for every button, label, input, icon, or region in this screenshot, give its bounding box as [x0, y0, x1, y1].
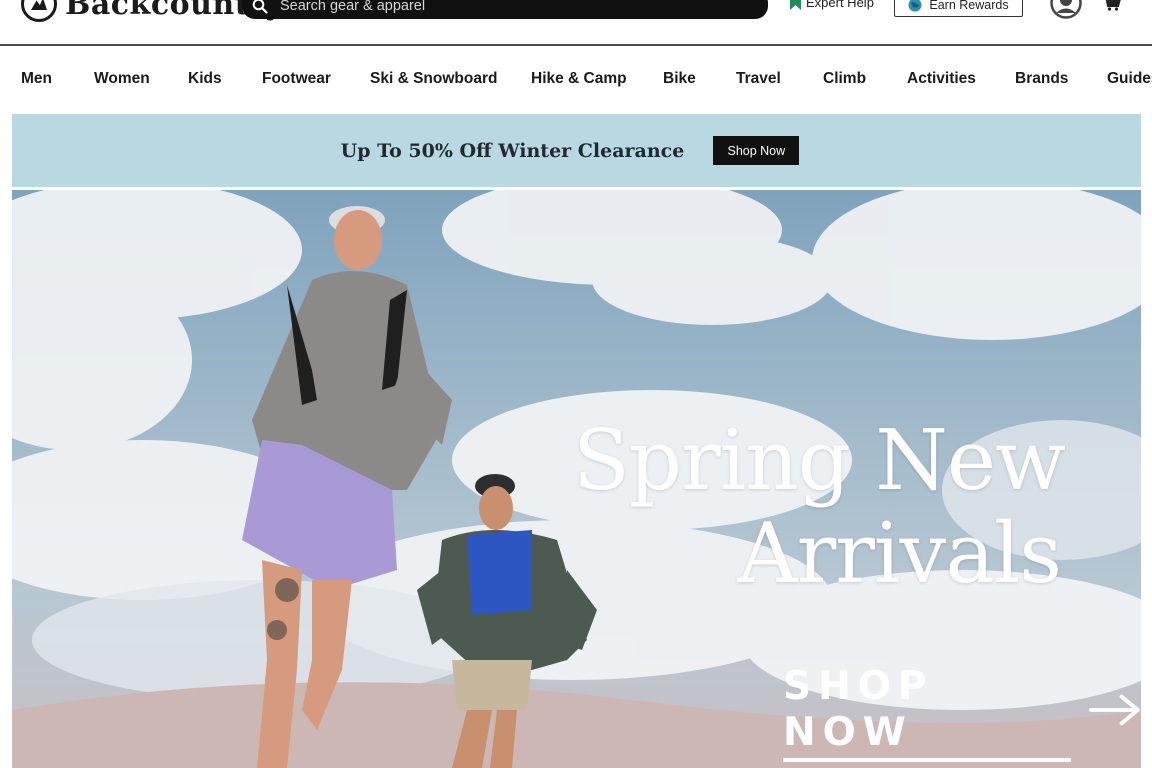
arrow-right-icon	[1089, 694, 1141, 726]
nav-item-brands[interactable]: Brands	[1015, 70, 1068, 88]
search-bar[interactable]	[242, 0, 768, 19]
logo-mark-icon	[21, 0, 57, 22]
nav-item-activities[interactable]: Activities	[907, 70, 976, 88]
nav-item-kids[interactable]: Kids	[188, 70, 222, 88]
search-icon[interactable]	[252, 0, 268, 14]
site-header: Backcountry Expert Help Earn Rewards	[0, 0, 1152, 46]
search-input[interactable]	[280, 0, 720, 14]
promo-shop-now-button[interactable]: Shop Now	[713, 136, 800, 165]
hero-title-line1: Spring New	[573, 412, 1066, 509]
hero-title: Spring New Arrivals	[573, 412, 1066, 602]
bookmark-icon	[790, 0, 801, 10]
earn-rewards-button[interactable]: Earn Rewards	[894, 0, 1023, 17]
globe-icon	[908, 0, 922, 11]
expert-help-label: Expert Help	[806, 0, 874, 10]
nav-item-bike[interactable]: Bike	[663, 70, 696, 88]
earn-rewards-label: Earn Rewards	[929, 0, 1009, 12]
nav-item-men[interactable]: Men	[21, 70, 52, 88]
promo-banner[interactable]: Up To 50% Off Winter Clearance Shop Now	[12, 114, 1141, 187]
hero-shop-now-label: SHOP NOW	[783, 664, 1072, 762]
nav-item-travel[interactable]: Travel	[736, 70, 781, 88]
account-icon[interactable]	[1050, 0, 1082, 19]
hero-shop-now-link[interactable]: SHOP NOW	[783, 664, 1141, 762]
hero-title-line2: Arrivals	[737, 505, 1062, 602]
expert-help-link[interactable]: Expert Help	[790, 0, 874, 10]
nav-item-hike-camp[interactable]: Hike & Camp	[531, 70, 627, 88]
cart-icon[interactable]	[1103, 0, 1121, 11]
nav-item-ski-snowboard[interactable]: Ski & Snowboard	[370, 70, 497, 88]
nav-item-footwear[interactable]: Footwear	[262, 70, 331, 88]
nav-item-women[interactable]: Women	[94, 70, 150, 88]
promo-text: Up To 50% Off Winter Clearance	[340, 139, 685, 162]
category-nav: Men Women Kids Footwear Ski & Snowboard …	[0, 46, 1152, 114]
nav-item-guides[interactable]: Guides	[1107, 70, 1152, 88]
hero-banner[interactable]: Spring New Arrivals SHOP NOW	[12, 190, 1141, 768]
nav-item-climb[interactable]: Climb	[823, 70, 866, 88]
